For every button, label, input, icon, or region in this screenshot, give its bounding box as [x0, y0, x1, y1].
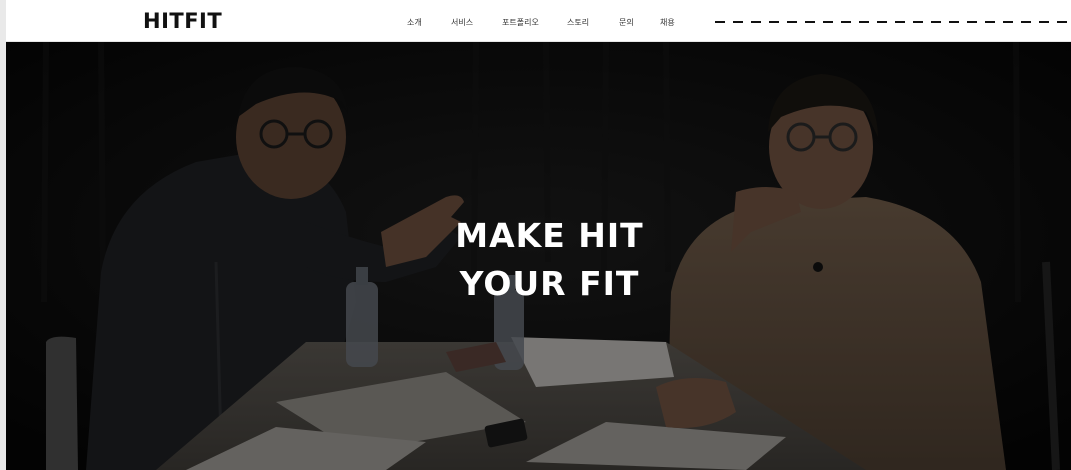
hero-headline-line-2: YOUR FIT [459, 264, 640, 303]
nav-item-services[interactable]: 서비스 [451, 17, 473, 28]
nav-item-contact[interactable]: 문의 [619, 17, 634, 28]
nav-item-about[interactable]: 소개 [407, 17, 422, 28]
nav-item-story[interactable]: 스토리 [567, 17, 589, 28]
hero-headline-line-1: MAKE HIT [455, 216, 644, 255]
nav-item-careers[interactable]: 채용 [660, 17, 675, 28]
hero-headline: MAKE HIT YOUR FIT [6, 212, 1071, 308]
page: HITFIT 소개 서비스 포트폴리오 스토리 문의 채용 MAKE HIT Y… [0, 0, 1071, 470]
hitfit-logo[interactable]: HITFIT [143, 9, 222, 33]
header-bar: HITFIT 소개 서비스 포트폴리오 스토리 문의 채용 [6, 0, 1071, 42]
nav-item-portfolio[interactable]: 포트폴리오 [502, 17, 539, 28]
dashed-divider [715, 21, 1071, 23]
